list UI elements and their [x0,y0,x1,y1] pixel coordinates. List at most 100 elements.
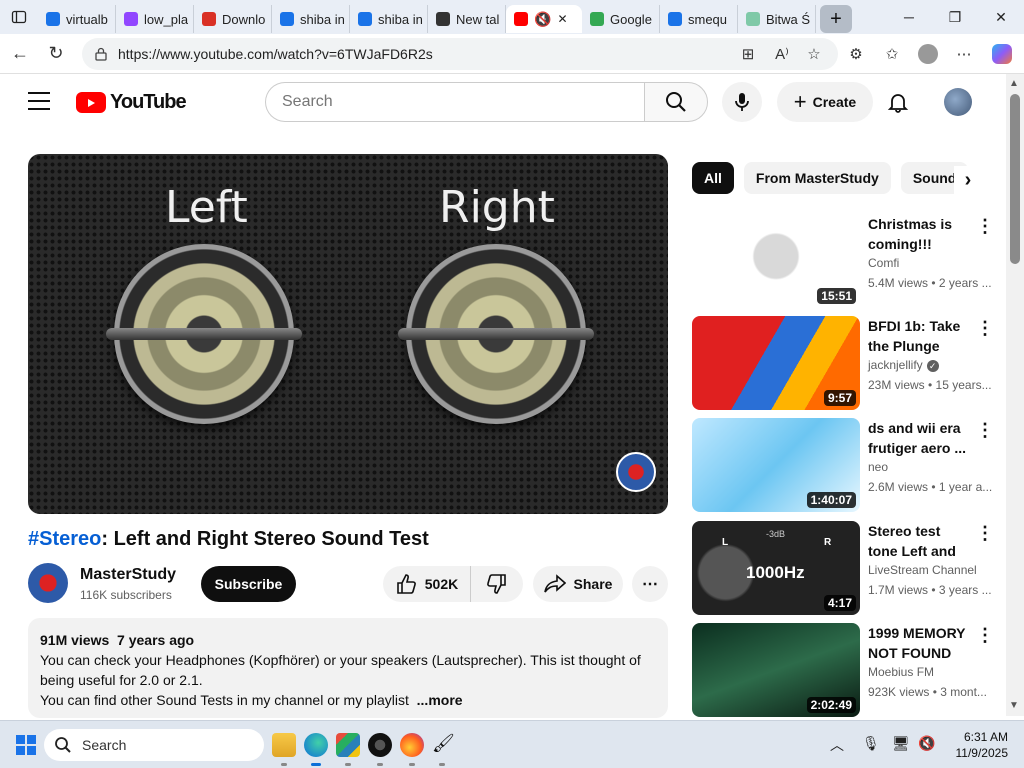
favorite-star-icon[interactable]: ☆ [800,40,828,68]
app-store-icon[interactable] [336,733,360,757]
chevron-up-icon[interactable]: ︿ [830,735,844,755]
volume-muted-icon[interactable]: 🔇 [918,735,935,752]
maximize-button[interactable]: ❐ [932,0,978,34]
tab-actions-icon[interactable] [0,0,38,34]
browser-tab[interactable]: shiba in [272,5,350,33]
minimize-button[interactable]: ─ [886,0,932,34]
system-clock[interactable]: 6:31 AM 11/9/2025 [946,729,1009,761]
recommended-video[interactable]: 15:51 Christmas is coming!!!(spe... Comfi 5… [692,214,994,308]
new-tab-button[interactable]: + [820,5,852,33]
media-app-icon[interactable] [368,733,392,757]
share-button[interactable]: Share [533,566,623,602]
dislike-button[interactable] [471,573,523,595]
network-icon[interactable]: 🖥 [892,735,910,752]
more-vert-icon[interactable]: ⋮ [976,523,994,544]
search-input[interactable]: Search [265,82,645,122]
recommended-video[interactable]: 1:40:07 ds and wii era frutiger aero ... n… [692,418,994,512]
filter-chip[interactable]: All [692,162,734,194]
paint-icon[interactable]: 🖌 [432,733,455,757]
description-box[interactable]: 91M views 7 years ago You can check your… [28,618,668,718]
filter-chip[interactable]: From MasterStudy [743,162,891,194]
back-button[interactable]: ← [2,36,38,72]
channel-avatar[interactable] [28,563,68,603]
more-vert-icon[interactable]: ⋮ [976,216,994,237]
lock-icon[interactable] [94,47,108,61]
create-button[interactable]: + Create [777,82,873,122]
browser-tab[interactable]: New tal [428,5,506,33]
recommended-video[interactable]: 9:57 BFDI 1b: Take the Plunge jacknjellify… [692,316,994,410]
video-channel[interactable]: Moebius FM [868,665,934,679]
channel-watermark[interactable] [616,452,656,492]
create-label: Create [812,94,857,110]
video-title[interactable]: Christmas is coming!!!(spe... [868,214,972,254]
more-actions-button[interactable]: ⋯ [632,566,668,602]
browser-tab[interactable]: Google [582,5,660,33]
video-title-hashtag[interactable]: #Stereo [28,528,101,550]
show-more-link[interactable]: ...more [417,692,463,708]
menu-icon[interactable] [28,92,50,110]
video-channel[interactable]: neo [868,460,888,474]
video-thumbnail[interactable]: L -3dB R 1000Hz 4:17 [692,521,860,615]
recommended-video[interactable]: 2:02:49 1999 MEMORY NOT FOUND //... Moebiu… [692,623,994,717]
more-vert-icon[interactable]: ⋮ [976,318,994,339]
copilot-icon[interactable] [988,40,1016,68]
video-title[interactable]: BFDI 1b: Take the Plunge [868,316,972,356]
video-title[interactable]: 1999 MEMORY NOT FOUND //... [868,623,972,663]
settings-more-icon[interactable]: ⋯ [950,40,978,68]
like-button[interactable]: 502K [383,566,471,602]
clock-date: 11/9/2025 [955,746,1009,760]
video-thumbnail[interactable]: 15:51 [692,214,860,308]
browser-tab[interactable]: smequ [660,5,738,33]
browser-tab[interactable]: shiba in [350,5,428,33]
video-thumbnail[interactable]: 9:57 [692,316,860,410]
refresh-button[interactable]: ↻ [38,36,74,72]
more-vert-icon[interactable]: ⋮ [976,625,994,646]
profile-icon[interactable] [914,40,942,68]
browser-tab[interactable]: 🔇 ✕ [506,5,582,33]
microphone-tray-icon[interactable]: 🎙 [862,735,880,752]
browser-tab[interactable]: virtualb [38,5,116,33]
recommended-video[interactable]: L -3dB R 1000Hz 4:17 Stereo test tone Left an… [692,521,994,615]
video-channel[interactable]: jacknjellify [868,358,923,372]
tab-audio-icon[interactable]: 🔇 [534,11,551,28]
chevron-right-icon[interactable]: › [954,166,982,194]
more-vert-icon[interactable]: ⋮ [976,420,994,441]
subscribe-button[interactable]: Subscribe [201,566,296,602]
scroll-up-arrow-icon[interactable]: ▲ [1009,78,1019,89]
running-indicator [377,763,383,766]
channel-name[interactable]: MasterStudy [80,566,176,584]
app-available-icon[interactable]: ⊞ [734,40,762,68]
voice-search-button[interactable] [722,82,762,122]
windows-start-icon[interactable] [16,735,36,755]
taskbar-search[interactable]: Search [44,729,264,761]
video-player[interactable]: Left Right [28,154,668,514]
video-channel[interactable]: Comfi [868,256,899,270]
close-tab-icon[interactable]: ✕ [557,12,567,26]
video-thumbnail[interactable]: 1:40:07 [692,418,860,512]
firefox-icon[interactable] [400,733,424,757]
file-explorer-icon[interactable] [272,733,296,757]
browser-tab[interactable]: low_pla [116,5,194,33]
browser-tab[interactable]: Bitwa Ś [738,5,816,33]
video-title[interactable]: Stereo test tone Left and Right... [868,521,972,561]
video-channel-wrap: LiveStream Channel [868,563,977,577]
account-avatar[interactable] [944,88,972,116]
video-thumbnail[interactable]: 2:02:49 [692,623,860,717]
video-channel[interactable]: LiveStream Channel [868,563,977,577]
edge-browser-icon[interactable] [304,733,328,757]
video-title: #Stereo: Left and Right Stereo Sound Tes… [28,528,429,551]
close-window-button[interactable]: ✕ [978,0,1024,34]
video-title[interactable]: ds and wii era frutiger aero ... [868,418,972,458]
favorites-icon[interactable]: ✩ [878,40,906,68]
read-aloud-icon[interactable]: A⁾ [768,40,796,68]
gmail-icon [202,12,216,26]
extensions-icon[interactable]: ⚙ [842,40,870,68]
youtube-logo[interactable]: YouTube [76,91,187,114]
search-button[interactable] [644,82,708,122]
notifications-bell-icon[interactable] [884,88,912,116]
scroll-down-arrow-icon[interactable]: ▼ [1009,700,1019,711]
browser-tab[interactable]: Downlo [194,5,272,33]
scrollbar-thumb[interactable] [1010,94,1020,264]
url-field[interactable]: https://www.youtube.com/watch?v=6TWJaFD6… [82,38,838,70]
page-scrollbar[interactable]: ▲ ▼ [1006,74,1024,716]
